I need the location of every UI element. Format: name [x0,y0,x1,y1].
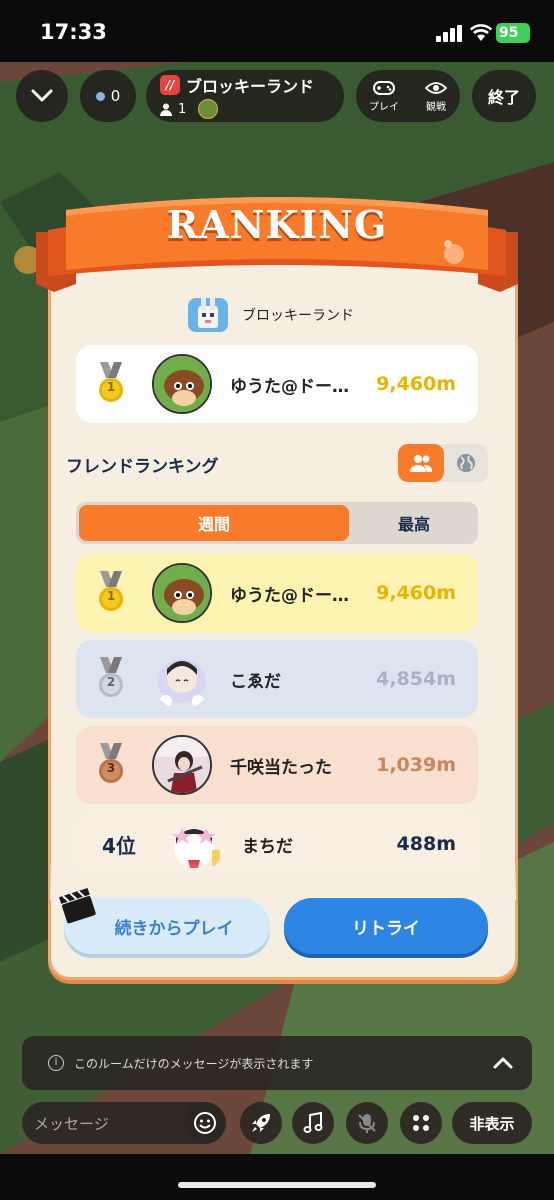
player-avatar [198,99,219,119]
gamepad-icon [373,80,395,95]
message-placeholder: メッセージ [34,1114,109,1133]
play-mode-label: プレイ [369,101,399,113]
distance: 9,460m [376,582,456,604]
distance: 488m [396,833,456,855]
status-time: 17:33 [40,20,107,44]
signal-icon [436,25,462,42]
chevron-up-icon[interactable] [490,1050,516,1076]
gold-medal-icon: 1 [92,571,130,615]
retry-button[interactable]: リトライ [284,898,488,954]
player-name: まちだ [242,836,293,857]
eye-icon [425,81,447,94]
rank-number: 1 [106,589,116,603]
distance: 4,854m [376,668,456,690]
avatar [152,563,212,623]
play-mode-button[interactable]: プレイ [369,80,399,113]
section-title: フレンドランキング [66,457,219,477]
smiley-icon [194,1112,216,1134]
collapse-button[interactable] [16,70,68,122]
top-score-card: 1 ゆうた@ドー… 9,460m [76,345,478,423]
player-name: ゆうた@ドー… [230,585,349,606]
tab-weekly[interactable]: 週間 [79,505,349,541]
top-distance: 9,460m [376,373,456,395]
distance: 1,039m [376,754,456,776]
player-name: 千咲当たった [230,757,332,778]
music-button[interactable] [292,1102,334,1144]
rocket-icon [252,1114,270,1132]
status-bar: 17:33 95 [0,0,554,62]
wifi-icon [470,24,492,41]
chat-notice-bar: i このルームだけのメッセージが表示されます [22,1036,532,1090]
game-icon [188,298,228,332]
globe-icon [457,454,475,472]
list-fade [50,860,516,900]
global-toggle-button[interactable] [444,444,488,482]
mic-button[interactable] [346,1102,388,1144]
avatar [152,354,212,414]
scope-toggle [398,444,488,482]
chat-notice: このルームだけのメッセージが表示されます [74,1056,314,1071]
music-note-icon [303,1112,323,1133]
viewer-count: 0 [110,87,121,105]
spectate-mode-button[interactable]: 観戦 [425,80,447,113]
mode-switcher: プレイ 観戦 [356,70,460,122]
ranking-row[interactable]: 2 こゑだ 4,854m [76,640,478,718]
tab-best[interactable]: 最高 [352,505,476,541]
bronze-medal-icon: 3 [92,743,130,787]
avatar [152,649,212,709]
hide-button[interactable]: 非表示 [452,1102,532,1144]
rank-number: 4位 [102,833,136,858]
clapperboard-icon [59,887,96,924]
ranking-banner: RANKING [166,202,388,247]
home-indicator[interactable] [178,1182,376,1188]
rank-number: 2 [106,675,116,689]
info-icon: i [48,1055,64,1071]
gold-medal-icon: 1 [92,362,130,406]
player-name: こゑだ [230,671,281,692]
period-tabs: 週間 最高 [76,502,478,544]
more-button[interactable] [400,1102,442,1144]
home-bar [0,1154,554,1200]
avatar [152,735,212,795]
grid-dots-icon [413,1115,429,1131]
top-player-name: ゆうた@ドー… [230,376,349,397]
friends-icon [410,455,433,472]
viewer-counter: 0 [80,70,136,122]
game-name: ブロッキーランド [242,308,354,324]
app-logo-icon: // [160,75,180,95]
emoji-button[interactable] [184,1102,226,1144]
viewer-dot-icon [95,91,105,101]
room-info[interactable]: // ブロッキーランド 1 [146,70,344,122]
battery-icon: 95 [496,23,530,43]
chevron-down-icon [31,89,53,102]
top-rank: 1 [106,380,116,394]
ranking-row[interactable]: 3 千咲当たった 1,039m [76,726,478,804]
rank-number: 3 [106,761,116,775]
rocket-button[interactable] [240,1102,282,1144]
user-icon [160,103,172,116]
ranking-row[interactable]: 1 ゆうた@ドー… 9,460m [76,554,478,632]
friends-toggle-button[interactable] [398,444,444,482]
mic-off-icon [358,1114,376,1133]
spectate-mode-label: 観戦 [426,101,446,113]
silver-medal-icon: 2 [92,657,130,701]
end-button[interactable]: 終了 [472,70,536,122]
game-title: ブロッキーランド [188,298,354,332]
room-player-count: 1 [178,101,187,117]
room-title: ブロッキーランド [186,77,315,96]
